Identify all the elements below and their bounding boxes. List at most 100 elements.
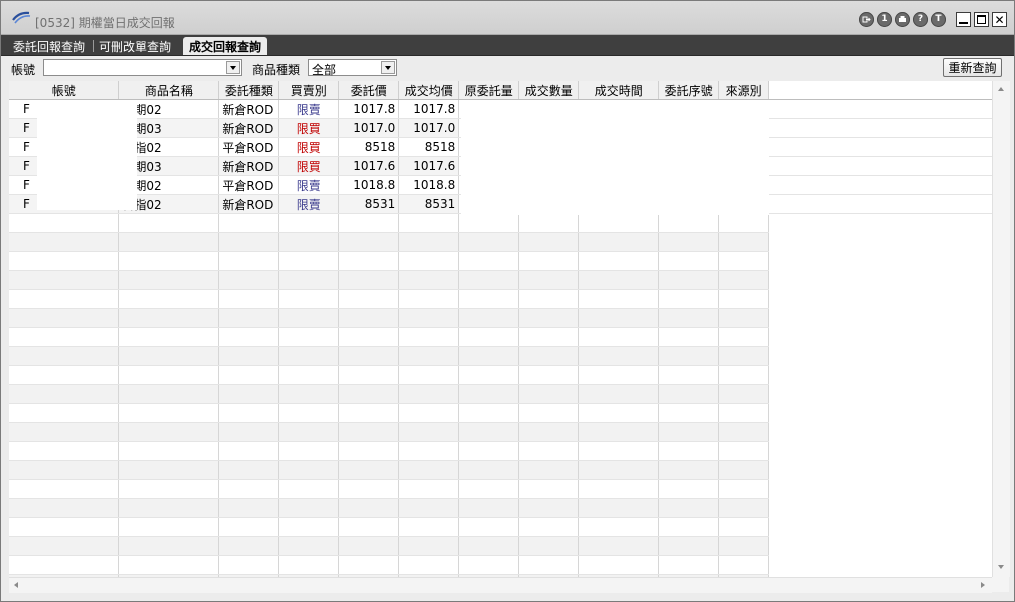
close-button[interactable]: ✕ [992, 12, 1007, 27]
column-header[interactable]: 成交均價 [398, 81, 460, 100]
column-header[interactable]: 成交時間 [578, 81, 660, 100]
empty-cell [218, 422, 280, 442]
empty-cell [9, 403, 120, 423]
empty-cell [768, 118, 992, 138]
vertical-scrollbar[interactable] [992, 81, 1010, 577]
empty-cell [768, 156, 992, 176]
column-header[interactable]: 委託價 [338, 81, 400, 100]
empty-cell [278, 270, 340, 290]
empty-cell [768, 498, 992, 518]
empty-cell [658, 460, 720, 480]
cell-side: 限買 [278, 137, 340, 157]
column-header[interactable]: 帳號 [9, 81, 120, 100]
empty-cell [578, 498, 660, 518]
column-header[interactable]: 委託種類 [218, 81, 280, 100]
minimize-button[interactable] [956, 12, 971, 27]
window-number-icon[interactable]: 1 [877, 12, 892, 27]
empty-cell [458, 384, 520, 404]
empty-cell [518, 346, 580, 366]
empty-cell [398, 555, 460, 575]
account-select[interactable] [43, 59, 242, 76]
title-bar: [0532] 期權當日成交回報 1 ? T ✕ [1, 1, 1014, 35]
horizontal-scrollbar[interactable] [9, 577, 992, 593]
empty-cell [398, 308, 460, 328]
empty-cell [398, 251, 460, 271]
empty-cell [518, 384, 580, 404]
trade-report-grid[interactable]: 帳號 商品名稱 委託種類 買賣別 委託價 成交均價 原委託量 成交數量 成交時間… [9, 81, 992, 577]
empty-cell [578, 479, 660, 499]
cell-price: 8531 [338, 194, 400, 214]
empty-cell [9, 536, 120, 556]
empty-cell [718, 536, 770, 556]
column-header[interactable]: 買賣別 [278, 81, 340, 100]
topmost-icon[interactable]: T [931, 12, 946, 27]
empty-cell [338, 365, 400, 385]
scroll-down-icon[interactable] [998, 565, 1004, 569]
empty-cell [118, 479, 220, 499]
column-header[interactable]: 原委託量 [458, 81, 520, 100]
empty-cell [658, 479, 720, 499]
help-icon[interactable]: ? [913, 12, 928, 27]
empty-cell [518, 460, 580, 480]
cell-side: 限賣 [278, 194, 340, 214]
scroll-up-icon[interactable] [998, 87, 1004, 91]
empty-cell [218, 479, 280, 499]
empty-cell [338, 555, 400, 575]
empty-cell [458, 460, 520, 480]
empty-cell [118, 327, 220, 347]
scroll-left-icon[interactable] [14, 582, 18, 588]
empty-cell [218, 346, 280, 366]
redacted-detail-area [461, 100, 769, 215]
scroll-right-icon[interactable] [981, 582, 985, 588]
resize-grip-icon[interactable] [992, 577, 1009, 592]
product-type-select-value: 全部 [312, 63, 337, 77]
empty-cell [218, 517, 280, 537]
empty-cell [458, 422, 520, 442]
cell-side: 限買 [278, 118, 340, 138]
cell-order-type: 平倉ROD [218, 175, 280, 195]
empty-cell [768, 403, 992, 423]
requery-button[interactable]: 重新查詢 [943, 58, 1002, 77]
empty-cell [118, 441, 220, 461]
cell-order-type: 新倉ROD [218, 118, 280, 138]
empty-cell [768, 365, 992, 385]
column-header[interactable]: 商品名稱 [118, 81, 220, 100]
empty-row [9, 498, 992, 518]
chevron-down-icon[interactable] [226, 61, 240, 74]
column-header[interactable]: 委託序號 [658, 81, 720, 100]
column-header[interactable]: 來源別 [718, 81, 770, 100]
empty-cell [768, 327, 992, 347]
chevron-down-icon[interactable] [381, 61, 395, 74]
product-type-select[interactable]: 全部 [308, 59, 397, 77]
empty-cell [768, 517, 992, 537]
empty-cell [718, 327, 770, 347]
print-icon[interactable] [895, 12, 910, 27]
empty-row [9, 365, 992, 385]
empty-cell [118, 232, 220, 252]
empty-cell [718, 346, 770, 366]
empty-cell [338, 441, 400, 461]
empty-cell [578, 384, 660, 404]
tab-cancellable-orders[interactable]: 可刪改單查詢 [99, 38, 171, 55]
column-header[interactable]: 成交數量 [518, 81, 580, 100]
empty-cell [578, 270, 660, 290]
empty-cell [9, 213, 120, 233]
empty-cell [518, 479, 580, 499]
empty-row [9, 479, 992, 499]
empty-cell [768, 441, 992, 461]
empty-cell [218, 498, 280, 518]
empty-cell [218, 213, 280, 233]
empty-cell [9, 289, 120, 309]
tab-order-report[interactable]: 委託回報查詢 [13, 38, 85, 55]
empty-cell [768, 194, 992, 214]
tab-trade-report[interactable]: 成交回報查詢 [183, 37, 268, 55]
empty-cell [398, 517, 460, 537]
maximize-button[interactable] [974, 12, 989, 27]
empty-cell [218, 555, 280, 575]
empty-cell [578, 460, 660, 480]
empty-row [9, 346, 992, 366]
detach-icon[interactable] [859, 12, 874, 27]
empty-cell [518, 498, 580, 518]
empty-cell [338, 422, 400, 442]
empty-cell [718, 384, 770, 404]
